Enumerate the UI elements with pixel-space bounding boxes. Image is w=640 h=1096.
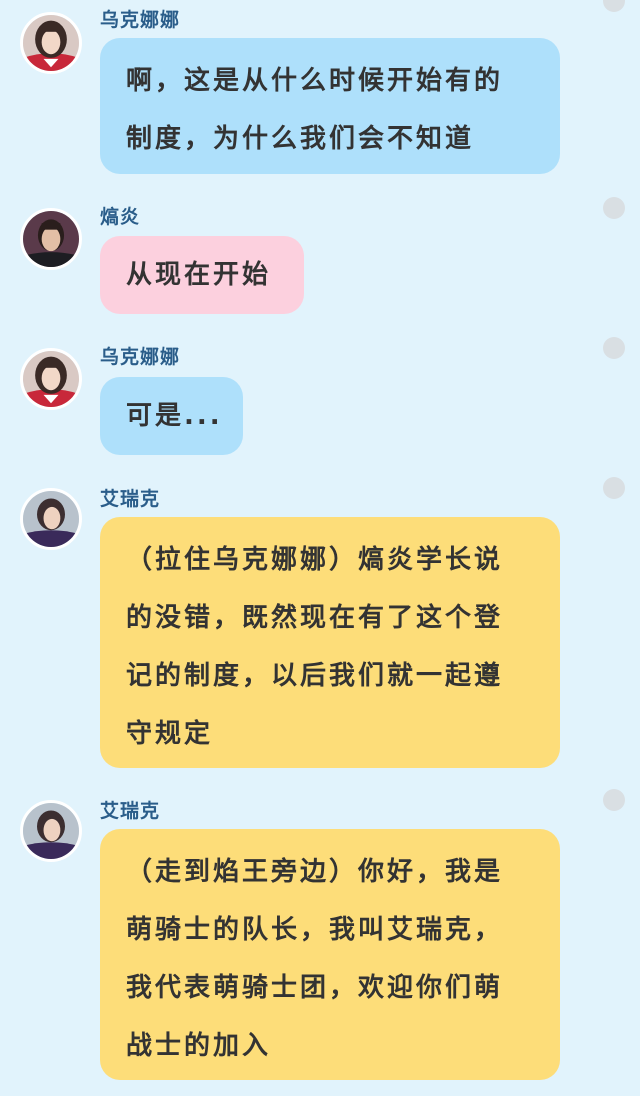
message-line: 可是...	[126, 401, 223, 431]
message-bubble[interactable]: 啊，这是从什么时候开始有的 制度，为什么我们会不知道	[100, 38, 560, 174]
girl-avatar[interactable]	[20, 12, 82, 74]
message-line: 的没错，既然现在有了这个登	[126, 603, 504, 633]
message-line: 记的制度，以后我们就一起遵	[126, 661, 504, 691]
speaker-name: 艾瑞克	[100, 488, 161, 510]
message-bubble[interactable]: 可是...	[100, 377, 243, 455]
speaker-name: 熇炎	[100, 206, 141, 228]
message-status-dot	[603, 477, 625, 499]
speaker-name: 乌克娜娜	[100, 9, 181, 31]
speaker-name: 艾瑞克	[100, 800, 161, 822]
message-line: 制度，为什么我们会不知道	[126, 124, 475, 154]
message-line: 啊，这是从什么时候开始有的	[126, 66, 504, 96]
boy-avatar[interactable]	[20, 488, 82, 550]
message-status-dot	[603, 0, 625, 12]
message-bubble[interactable]: （拉住乌克娜娜）熇炎学长说 的没错，既然现在有了这个登 记的制度，以后我们就一起…	[100, 517, 560, 768]
message-status-dot	[603, 197, 625, 219]
message-line: （拉住乌克娜娜）熇炎学长说	[126, 545, 504, 575]
message-line: 守规定	[126, 719, 214, 749]
message-line: 萌骑士的队长，我叫艾瑞克，	[126, 915, 504, 945]
man-avatar[interactable]	[20, 208, 82, 270]
message-line: 战士的加入	[126, 1031, 272, 1061]
boy-avatar[interactable]	[20, 800, 82, 862]
message-line: （走到焰王旁边）你好，我是	[126, 857, 504, 887]
speaker-name: 乌克娜娜	[100, 346, 181, 368]
message-bubble[interactable]: 从现在开始	[100, 236, 304, 314]
message-status-dot	[603, 337, 625, 359]
message-bubble[interactable]: （走到焰王旁边）你好，我是 萌骑士的队长，我叫艾瑞克， 我代表萌骑士团，欢迎你们…	[100, 829, 560, 1080]
message-status-dot	[603, 789, 625, 811]
girl-avatar[interactable]	[20, 348, 82, 410]
message-line: 从现在开始	[126, 260, 272, 290]
message-line: 我代表萌骑士团，欢迎你们萌	[126, 973, 504, 1003]
